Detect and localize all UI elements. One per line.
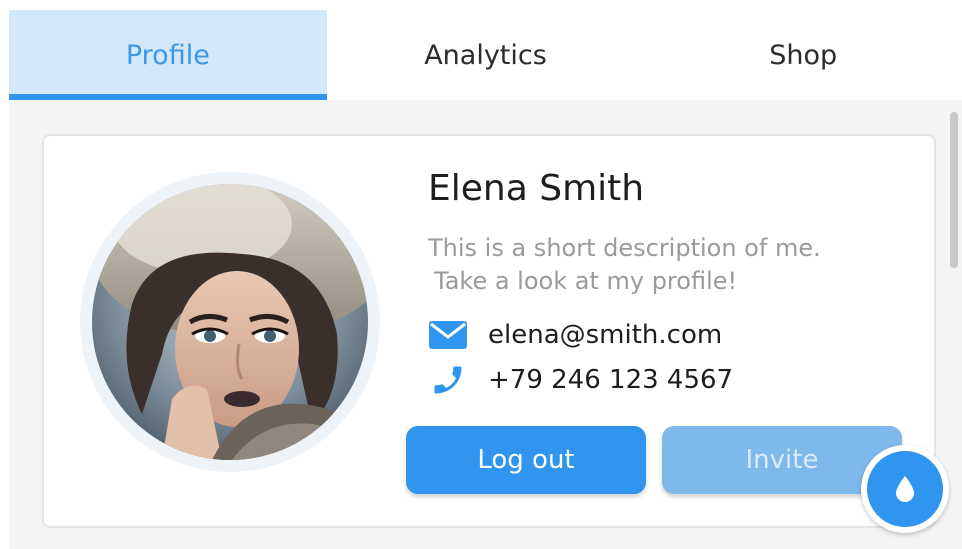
scrollbar-thumb[interactable] — [950, 112, 958, 268]
logout-button-label: Log out — [477, 445, 575, 475]
tab-shop[interactable]: Shop — [644, 10, 962, 100]
tab-profile[interactable]: Profile — [9, 10, 327, 100]
profile-description: This is a short description of me. Take … — [428, 232, 908, 298]
tab-bar: Profile Analytics Shop — [9, 10, 962, 100]
fab-inner — [867, 451, 943, 527]
email-row: elena@smith.com — [428, 318, 722, 352]
tab-analytics[interactable]: Analytics — [327, 10, 645, 100]
envelope-icon — [428, 318, 468, 352]
avatar — [92, 184, 368, 460]
phone-text[interactable]: +79 246 123 4567 — [488, 365, 733, 395]
logout-button[interactable]: Log out — [406, 426, 646, 494]
profile-description-line2: Take a look at my profile! — [434, 267, 738, 295]
app-window: Profile Analytics Shop Elena Smith This … — [0, 0, 962, 549]
water-drop-icon — [896, 476, 914, 502]
profile-name: Elena Smith — [428, 168, 645, 209]
tab-analytics-label: Analytics — [424, 39, 547, 71]
phone-icon — [428, 363, 468, 397]
email-text[interactable]: elena@smith.com — [488, 320, 722, 350]
avatar-portrait-image — [92, 184, 368, 460]
tab-profile-label: Profile — [125, 39, 210, 71]
floating-action-button[interactable] — [861, 445, 949, 533]
profile-description-line1: This is a short description of me. — [428, 234, 821, 262]
invite-button-label: Invite — [745, 445, 819, 475]
tab-shop-label: Shop — [769, 39, 838, 71]
phone-row: +79 246 123 4567 — [428, 363, 733, 397]
